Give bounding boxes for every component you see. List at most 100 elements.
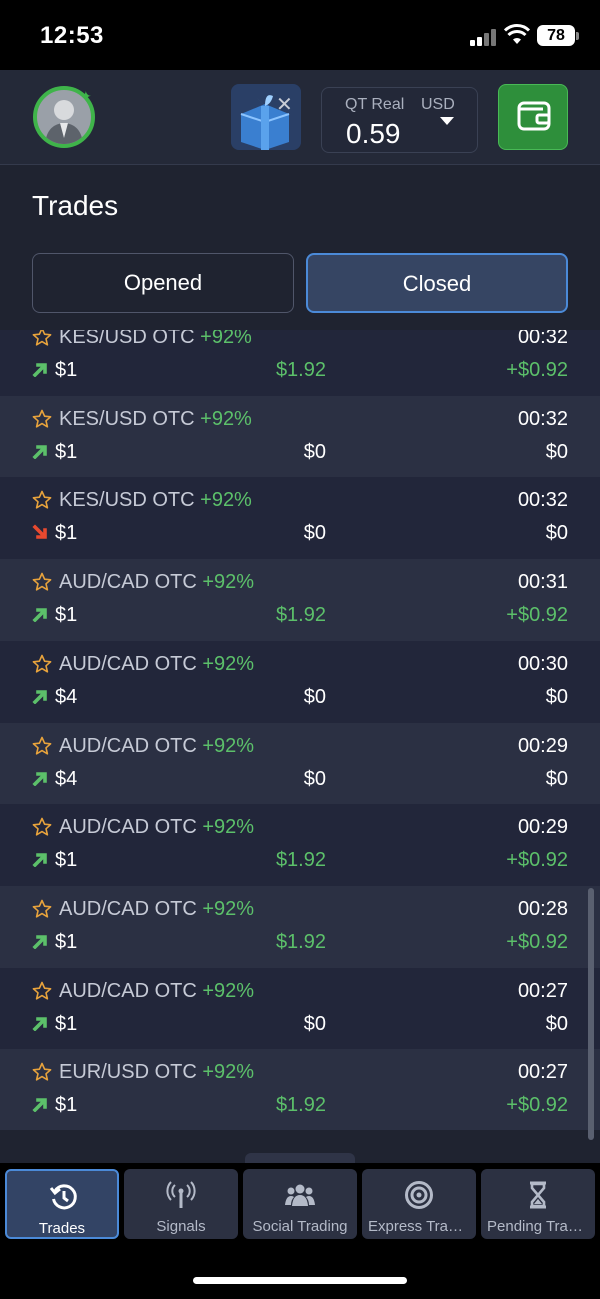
history-icon	[49, 1184, 77, 1210]
nav-label: Signals	[156, 1218, 206, 1235]
trade-amount: $1	[55, 930, 78, 953]
trade-pair-name: EUR/USD OTC	[59, 1061, 197, 1084]
trade-list[interactable]: KES/USD OTC +92% 00:32 $1 $1.92 +$0.92 KES/US…	[0, 330, 600, 1130]
trade-amount: $4	[55, 685, 78, 708]
trade-payout: $1.92	[275, 849, 326, 872]
trade-amount: $1	[55, 1012, 78, 1035]
trade-row[interactable]: AUD/CAD OTC +92% 00:29 $1 $1.92 +$0.92	[0, 804, 600, 887]
trade-payout: $0	[303, 685, 326, 708]
nav-label: Social Trading	[252, 1218, 348, 1235]
trade-pair: AUD/CAD OTC +92%	[59, 898, 254, 921]
star-icon	[32, 1062, 52, 1081]
trade-payout: $0	[303, 1012, 326, 1035]
trade-row[interactable]: AUD/CAD OTC +92% 00:29 $4 $0 $0	[0, 722, 600, 805]
nav-item-social-trading[interactable]: Social Trading	[243, 1169, 357, 1239]
trade-amount: $1	[55, 440, 78, 463]
trade-time: 00:32	[517, 407, 568, 430]
trade-row[interactable]: EUR/USD OTC +92% 00:27 $1 $1.92 +$0.92	[0, 1049, 600, 1130]
account-type: QT Real	[345, 96, 405, 113]
wallet-button[interactable]	[498, 84, 568, 150]
people-icon	[285, 1184, 315, 1206]
drag-handle[interactable]	[245, 1153, 355, 1163]
trade-pair-name: AUD/CAD OTC	[59, 979, 197, 1002]
trade-pair: KES/USD OTC +92%	[59, 408, 252, 431]
trade-amount: $1	[55, 604, 78, 627]
trade-row[interactable]: KES/USD OTC +92% 00:32 $1 $0 $0	[0, 477, 600, 560]
close-promo-icon[interactable]: ✕	[276, 92, 293, 117]
trade-time: 00:28	[517, 897, 568, 920]
trade-time: 00:27	[517, 1061, 568, 1084]
arrow-up-icon	[32, 771, 47, 786]
arrow-down-icon	[32, 524, 47, 540]
trade-profit: +$0.92	[506, 930, 568, 953]
star-icon	[32, 572, 52, 591]
battery-icon: 78	[537, 25, 575, 46]
trade-row[interactable]: AUD/CAD OTC +92% 00:28 $1 $1.92 +$0.92	[0, 885, 600, 968]
trade-payout-percent: +92%	[194, 489, 252, 512]
scrollbar[interactable]	[588, 888, 594, 1140]
trade-profit: $0	[545, 522, 568, 545]
hourglass-icon	[530, 1181, 546, 1209]
trade-row[interactable]: KES/USD OTC +92% 00:32 $1 $0 $0	[0, 395, 600, 478]
trade-time: 00:31	[517, 571, 568, 594]
account-balance: 0.59	[346, 118, 401, 149]
trade-row[interactable]: AUD/CAD OTC +92% 00:30 $4 $0 $0	[0, 640, 600, 723]
trade-pair-name: KES/USD OTC	[59, 407, 195, 430]
trade-payout: $1.92	[275, 604, 326, 627]
arrow-up-icon	[32, 935, 47, 949]
trade-row[interactable]: AUD/CAD OTC +92% 00:27 $1 $0 $0	[0, 967, 600, 1050]
star-icon	[32, 330, 52, 346]
trade-payout-percent: +92%	[196, 652, 255, 675]
trade-profit: +$0.92	[506, 359, 568, 381]
chevron-down-icon	[440, 117, 454, 125]
star-icon	[32, 981, 52, 1000]
trade-pair: KES/USD OTC +92%	[59, 330, 252, 349]
trade-amount: $4	[55, 767, 78, 790]
trade-profit: $0	[545, 767, 568, 790]
cellular-signal-icon	[470, 28, 498, 46]
trade-row[interactable]: AUD/CAD OTC +92% 00:31 $1 $1.92 +$0.92	[0, 559, 600, 642]
trade-payout-percent: +92%	[196, 734, 255, 757]
nav-item-signals[interactable]: Signals	[124, 1169, 238, 1239]
trade-time: 00:29	[517, 816, 568, 839]
tab-opened[interactable]: Opened	[32, 253, 294, 313]
account-selector[interactable]: QT Real USD 0.59	[321, 87, 478, 153]
trade-pair-name: KES/USD OTC	[59, 489, 195, 512]
arrow-up-icon	[32, 1098, 47, 1113]
arrow-up-icon	[32, 444, 47, 459]
account-currency: USD	[421, 96, 455, 113]
trade-payout: $0	[303, 522, 326, 545]
target-icon	[405, 1181, 433, 1209]
trade-amount: $1	[55, 849, 78, 872]
trade-payout: $0	[303, 767, 326, 790]
trade-time: 00:30	[517, 652, 568, 675]
trade-profit: +$0.92	[506, 1094, 568, 1117]
trade-pair-name: AUD/CAD OTC	[59, 816, 197, 839]
trade-time: 00:32	[517, 489, 568, 512]
trade-pair: AUD/CAD OTC +92%	[59, 735, 254, 758]
star-icon	[32, 409, 52, 428]
sparkle-icon: ✦	[80, 88, 92, 104]
nav-item-pending-trades[interactable]: Pending Trades	[481, 1169, 595, 1239]
trade-pair: AUD/CAD OTC +92%	[59, 980, 254, 1003]
star-icon	[32, 899, 52, 918]
trade-payout-percent: +92%	[196, 816, 255, 839]
app-header: ✦ ✕ QT Real USD 0.59	[0, 70, 600, 165]
nav-item-express-trades[interactable]: Express Trades	[362, 1169, 476, 1239]
trade-time: 00:29	[517, 734, 568, 757]
trade-pair: AUD/CAD OTC +92%	[59, 571, 254, 594]
home-indicator[interactable]	[193, 1277, 407, 1284]
nav-item-trades[interactable]: Trades	[5, 1169, 119, 1239]
trade-payout-percent: +92%	[196, 979, 255, 1002]
trade-time: 00:32	[517, 330, 568, 348]
trade-pair: AUD/CAD OTC +92%	[59, 816, 254, 839]
star-icon	[32, 817, 52, 836]
wallet-icon	[517, 101, 551, 131]
trade-payout-percent: +92%	[194, 407, 252, 430]
tab-closed[interactable]: Closed	[306, 253, 568, 313]
trade-profit: +$0.92	[506, 849, 568, 872]
trade-row[interactable]: KES/USD OTC +92% 00:32 $1 $1.92 +$0.92	[0, 330, 600, 396]
trade-amount: $1	[55, 1094, 78, 1117]
nav-label: Pending Trades	[487, 1218, 593, 1235]
wifi-icon	[504, 24, 530, 44]
